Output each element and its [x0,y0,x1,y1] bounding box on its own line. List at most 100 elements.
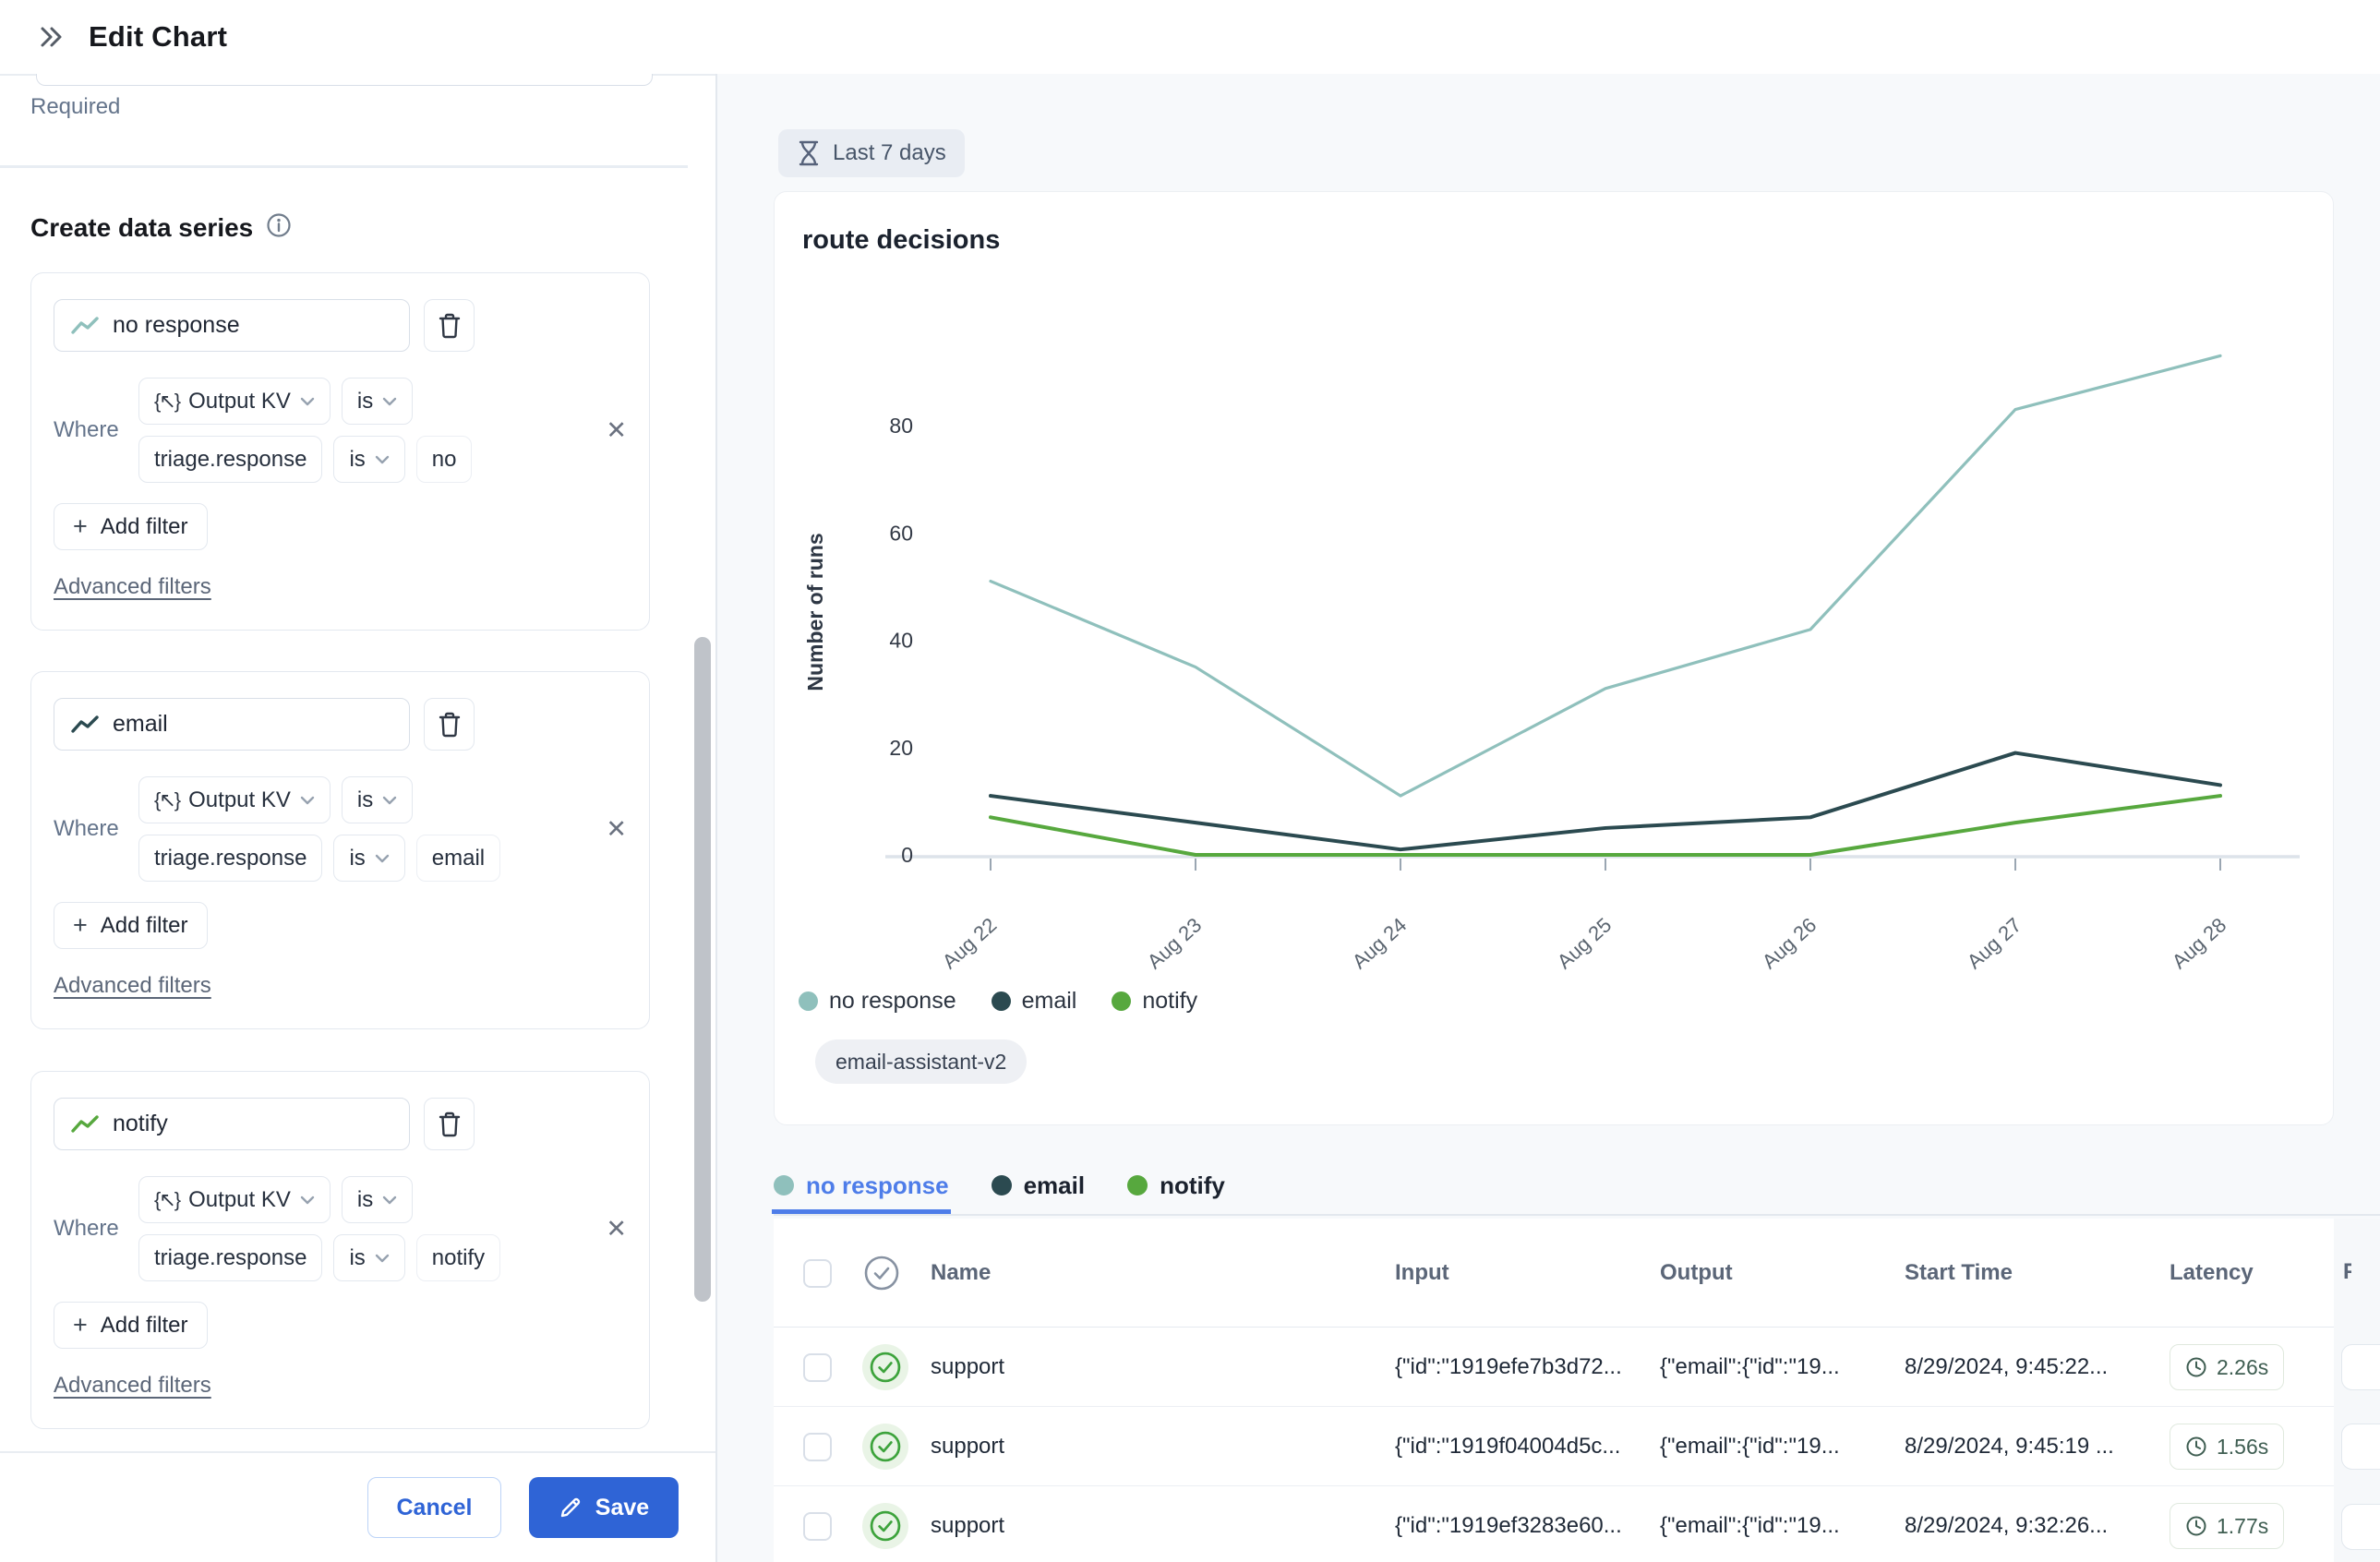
legend-item[interactable]: notify [1112,988,1197,1015]
clipped-input-field[interactable] [36,74,653,86]
section-divider [0,165,688,168]
row-checkbox[interactable] [803,1512,832,1541]
time-range-badge[interactable]: Last 7 days [778,129,965,177]
svg-text:Aug 22: Aug 22 [938,913,1002,973]
kv-icon: {↖} [154,1188,179,1212]
run-start-time: 8/29/2024, 9:45:19 ... [1905,1407,2114,1486]
remove-filter-icon[interactable]: ✕ [606,1217,627,1242]
pencil-icon [559,1496,583,1520]
series-name-input[interactable]: no response [54,299,410,352]
series-name-value: no response [113,312,240,339]
filter-key-input[interactable]: triage.response [138,835,322,882]
filter-value-input[interactable]: no [416,436,473,483]
remove-filter-icon[interactable]: ✕ [606,817,627,842]
chevron-down-icon [300,1196,315,1205]
success-status-icon [862,1424,908,1470]
cancel-button[interactable]: Cancel [367,1477,501,1538]
add-filter-button[interactable]: + Add filter [54,902,208,949]
clipped-column-header: F [2343,1259,2351,1287]
table-row[interactable]: support {"id":"1919efe7b3d72... {"email"… [774,1328,2334,1407]
remove-filter-icon[interactable]: ✕ [606,418,627,443]
tab-dot [992,1175,1012,1196]
tab-email[interactable]: email [992,1157,1086,1214]
svg-text:80: 80 [889,414,913,438]
delete-series-button[interactable] [424,299,475,352]
filter-key-input[interactable]: triage.response [138,1234,322,1281]
svg-text:Aug 23: Aug 23 [1143,913,1207,973]
filter-field-dropdown[interactable]: {↖} Output KV [138,776,331,823]
advanced-filters-link[interactable]: Advanced filters [54,574,211,600]
svg-text:Aug 28: Aug 28 [2168,913,2231,973]
kv-icon: {↖} [154,390,179,414]
filter-value-input[interactable]: notify [416,1234,500,1281]
top-header: Edit Chart [0,0,2380,74]
chevron-down-icon [300,397,315,406]
model-tag: email-assistant-v2 [815,1039,1027,1084]
run-input: {"id":"1919f04004d5c... [1395,1407,1620,1486]
legend-item[interactable]: email [992,988,1077,1015]
filter-sub-operator-dropdown[interactable]: is [333,1234,404,1281]
trash-icon [437,711,463,739]
legend-dot [1112,991,1131,1011]
add-filter-button[interactable]: + Add filter [54,1302,208,1349]
advanced-filters-link[interactable]: Advanced filters [54,973,211,999]
chevron-down-icon [382,796,397,805]
table-row[interactable]: support {"id":"1919f04004d5c... {"email"… [774,1407,2334,1486]
header-start-time[interactable]: Start Time [1905,1219,2013,1328]
left-panel-scrollbar[interactable] [694,637,711,1302]
legend-dot [992,991,1011,1011]
filter-operator-dropdown[interactable]: is [342,776,413,823]
panel-divider [715,0,717,1562]
status-column-icon [862,1219,901,1328]
latency-badge: 1.56s [2170,1424,2284,1470]
chart-title: route decisions [802,225,1000,256]
clipped-cell-pill [2341,1504,2380,1550]
chart-preview-panel: Last 7 days Aug 22Aug 23Aug 24Aug 25Aug … [717,74,2380,1562]
header-output[interactable]: Output [1660,1219,1733,1328]
add-filter-button[interactable]: + Add filter [54,503,208,550]
delete-series-button[interactable] [424,1098,475,1150]
filter-value-input[interactable]: email [416,835,500,882]
run-name: support [931,1328,1004,1407]
table-row[interactable]: support {"id":"1919ef3283e60... {"email"… [774,1486,2334,1562]
header-input[interactable]: Input [1395,1219,1449,1328]
row-checkbox[interactable] [803,1353,832,1382]
tab-dot [1127,1175,1148,1196]
save-button[interactable]: Save [529,1477,679,1538]
clipped-cell-pill [2341,1344,2380,1390]
success-status-icon [862,1344,908,1390]
header-latency[interactable]: Latency [2170,1219,2254,1328]
filter-operator-dropdown[interactable]: is [342,1176,413,1223]
run-name: support [931,1407,1004,1486]
svg-text:Aug 25: Aug 25 [1553,913,1617,973]
legend-item[interactable]: no response [799,988,956,1015]
delete-series-button[interactable] [424,698,475,751]
success-status-icon [862,1503,908,1549]
panel-footer: Cancel Save [0,1451,715,1562]
series-name-input[interactable]: email [54,698,410,751]
table-header-row: Name Input Output Start Time Latency [774,1219,2334,1328]
runs-table: Name Input Output Start Time Latency sup… [774,1219,2334,1562]
where-label: Where [54,1216,116,1242]
plus-icon: + [73,1311,88,1340]
filter-sub-operator-dropdown[interactable]: is [333,835,404,882]
clipped-cell-pill [2341,1424,2380,1470]
filter-field-dropdown[interactable]: {↖} Output KV [138,378,331,425]
header-name[interactable]: Name [931,1219,991,1328]
tab-no-response[interactable]: no response [774,1157,949,1214]
filter-operator-dropdown[interactable]: is [342,378,413,425]
filter-sub-operator-dropdown[interactable]: is [333,436,404,483]
series-name-input[interactable]: notify [54,1098,410,1150]
filter-field-dropdown[interactable]: {↖} Output KV [138,1176,331,1223]
svg-text:Aug 27: Aug 27 [1963,913,2026,973]
advanced-filters-link[interactable]: Advanced filters [54,1373,211,1399]
required-label: Required [30,94,120,120]
where-label: Where [54,816,116,842]
row-checkbox[interactable] [803,1433,832,1461]
clock-icon [2185,1515,2207,1537]
select-all-checkbox[interactable] [803,1259,832,1288]
tab-notify[interactable]: notify [1127,1157,1225,1214]
collapse-panel-icon[interactable] [35,21,66,53]
filter-key-input[interactable]: triage.response [138,436,322,483]
run-output: {"email":{"id":"19... [1660,1328,1840,1407]
